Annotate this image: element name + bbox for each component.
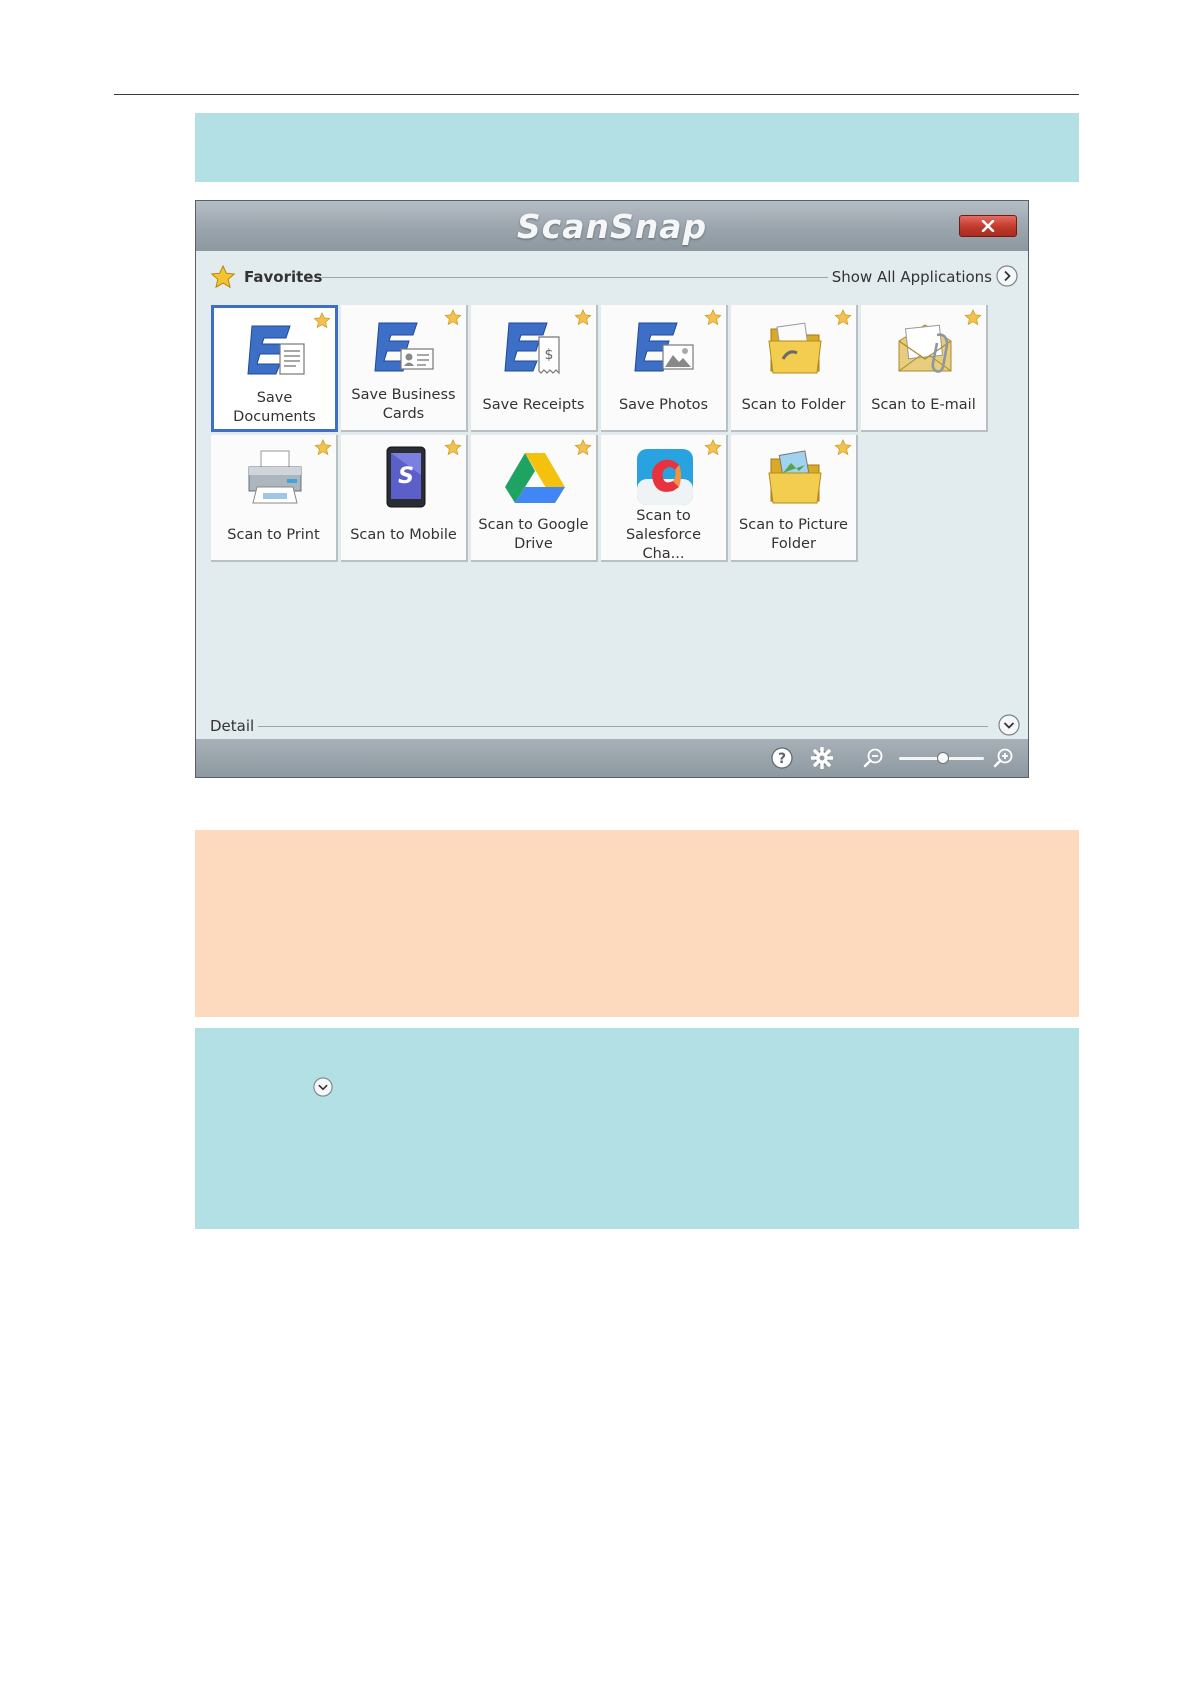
picture-folder-icon — [768, 450, 822, 504]
app-label: Save Receipts — [482, 396, 585, 413]
app-label: Scan to E-mail — [871, 396, 976, 413]
folder-icon — [768, 322, 822, 374]
save-business-cards-icon — [374, 322, 434, 372]
app-tile-scan-to-email[interactable]: Scan to E-mail — [861, 305, 988, 432]
favorite-star-icon[interactable] — [444, 309, 462, 326]
app-tile-save-business-cards[interactable]: Save Business Cards — [341, 305, 468, 432]
detail-label: Detail — [210, 717, 255, 735]
favorites-star-icon — [210, 265, 236, 289]
close-x-icon — [981, 220, 995, 232]
favorite-star-icon[interactable] — [834, 309, 852, 326]
favorite-star-icon[interactable] — [574, 439, 592, 456]
info-note-band — [195, 113, 1079, 182]
favorite-star-icon[interactable] — [834, 439, 852, 456]
mobile-tablet-icon: S — [386, 446, 426, 508]
save-documents-icon — [247, 325, 305, 375]
app-label: Scan to Print — [227, 526, 320, 543]
favorite-star-icon[interactable] — [574, 309, 592, 326]
show-all-applications-link[interactable]: Show All Applications — [832, 268, 992, 286]
favorite-star-icon[interactable] — [704, 439, 722, 456]
quick-menu-content: Favorites Show All Applications Save Doc… — [196, 251, 1028, 741]
favorite-star-icon[interactable] — [313, 312, 331, 329]
title-bar: ScanSnap — [196, 201, 1028, 251]
page-header-rule — [114, 94, 1079, 95]
help-icon[interactable]: ? — [771, 747, 793, 769]
app-label: Scan to Google Drive — [478, 517, 589, 552]
zoom-slider-thumb[interactable] — [937, 752, 949, 764]
app-label: Save Documents — [233, 390, 316, 425]
app-label: Save Photos — [618, 396, 709, 413]
svg-text:$: $ — [545, 347, 554, 363]
app-tile-save-receipts[interactable]: $ Save Receipts — [471, 305, 598, 432]
chevron-down-icon[interactable] — [998, 714, 1020, 736]
favorites-divider — [322, 277, 828, 278]
chevron-right-icon[interactable] — [996, 265, 1018, 287]
scansnap-quick-menu-window: ScanSnap Favorites Show All Applications… — [195, 200, 1029, 778]
close-button[interactable] — [959, 215, 1017, 237]
favorite-star-icon[interactable] — [964, 309, 982, 326]
scansnap-logo: ScanSnap — [516, 207, 708, 246]
app-label: Scan to Folder — [741, 396, 846, 413]
google-drive-icon — [505, 453, 565, 503]
app-tile-scan-to-salesforce-chatter[interactable]: Scan to Salesforce Cha... — [601, 435, 728, 562]
app-tile-scan-to-mobile[interactable]: S Scan to Mobile — [341, 435, 468, 562]
app-label: Save Business Cards — [351, 387, 456, 422]
app-label: Scan to Mobile — [350, 526, 457, 543]
favorite-star-icon[interactable] — [314, 439, 332, 456]
app-label: Scan to Picture Folder — [739, 517, 848, 552]
favorites-label: Favorites — [244, 268, 323, 286]
app-tile-save-documents[interactable]: Save Documents — [211, 305, 338, 432]
bottom-toolbar: ? — [196, 739, 1028, 777]
save-photos-icon — [634, 322, 694, 372]
detail-divider — [258, 726, 988, 727]
svg-text:S: S — [398, 464, 414, 489]
app-tile-save-photos[interactable]: Save Photos — [601, 305, 728, 432]
app-tile-scan-to-print[interactable]: Scan to Print — [211, 435, 338, 562]
favorite-star-icon[interactable] — [444, 439, 462, 456]
caution-note-band — [195, 830, 1079, 1017]
salesforce-chatter-icon — [637, 449, 693, 505]
app-label: Scan to Salesforce Cha... — [625, 507, 702, 562]
printer-icon — [248, 450, 302, 504]
chevron-down-icon — [313, 1077, 333, 1097]
favorites-header: Favorites Show All Applications — [210, 265, 1018, 289]
app-tile-scan-to-google-drive[interactable]: Scan to Google Drive — [471, 435, 598, 562]
save-receipts-icon: $ — [504, 322, 560, 375]
detail-section-header: Detail — [210, 714, 1020, 738]
zoom-in-icon[interactable] — [993, 747, 1015, 769]
hint-note-band — [195, 1028, 1079, 1229]
app-tile-scan-to-folder[interactable]: Scan to Folder — [731, 305, 858, 432]
app-tile-scan-to-picture-folder[interactable]: Scan to Picture Folder — [731, 435, 858, 562]
svg-text:?: ? — [778, 751, 786, 767]
zoom-out-icon[interactable] — [863, 747, 885, 769]
email-envelope-icon — [898, 324, 952, 373]
favorite-star-icon[interactable] — [704, 309, 722, 326]
gear-icon[interactable] — [811, 747, 833, 769]
